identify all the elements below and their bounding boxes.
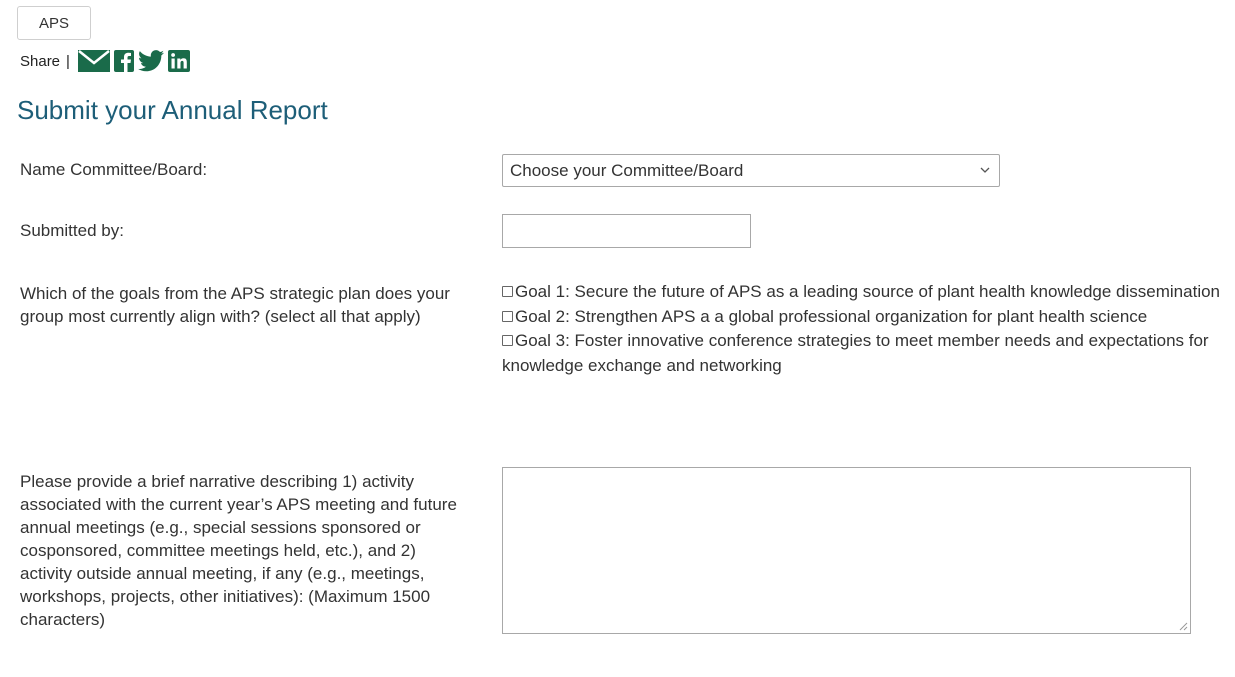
goal-1-checkbox[interactable]	[502, 286, 513, 297]
narrative-label: Please provide a brief narrative describ…	[20, 472, 457, 629]
goal-3-checkbox[interactable]	[502, 335, 513, 346]
aps-tag-button[interactable]: APS	[17, 6, 91, 40]
goal-3-label: Goal 3: Foster innovative conference str…	[502, 331, 1209, 375]
goal-1-label: Goal 1: Secure the future of APS as a le…	[515, 282, 1221, 301]
goals-label: Which of the goals from the APS strategi…	[20, 284, 450, 326]
goal-2-label: Goal 2: Strengthen APS a a global profes…	[515, 306, 1148, 326]
linkedin-icon[interactable]	[167, 50, 190, 72]
email-icon[interactable]	[77, 50, 110, 72]
committee-label: Name Committee/Board:	[20, 160, 208, 179]
resize-grip-icon[interactable]	[1179, 622, 1188, 631]
share-label: Share	[20, 52, 61, 70]
page-title: Submit your Annual Report	[17, 95, 328, 125]
share-separator: |	[66, 52, 70, 70]
committee-select[interactable]: Choose your Committee/Board	[502, 154, 1000, 187]
narrative-textarea[interactable]	[502, 467, 1191, 634]
chevron-down-icon	[980, 167, 990, 173]
submitted-by-input[interactable]	[502, 214, 751, 248]
submitted-by-label: Submitted by:	[20, 221, 124, 240]
twitter-icon[interactable]	[137, 50, 164, 72]
goal-3-option[interactable]: Goal 3: Foster innovative conference str…	[502, 329, 1222, 378]
goals-checkbox-group: Goal 1: Secure the future of APS as a le…	[502, 280, 1222, 378]
share-bar: Share |	[20, 48, 190, 74]
goal-1-option[interactable]: Goal 1: Secure the future of APS as a le…	[502, 280, 1222, 305]
facebook-icon[interactable]	[113, 50, 134, 72]
goal-2-checkbox[interactable]	[502, 310, 513, 322]
goal-2-option[interactable]: Goal 2: Strengthen APS a a global profes…	[502, 305, 1222, 330]
committee-select-value: Choose your Committee/Board	[510, 160, 744, 180]
